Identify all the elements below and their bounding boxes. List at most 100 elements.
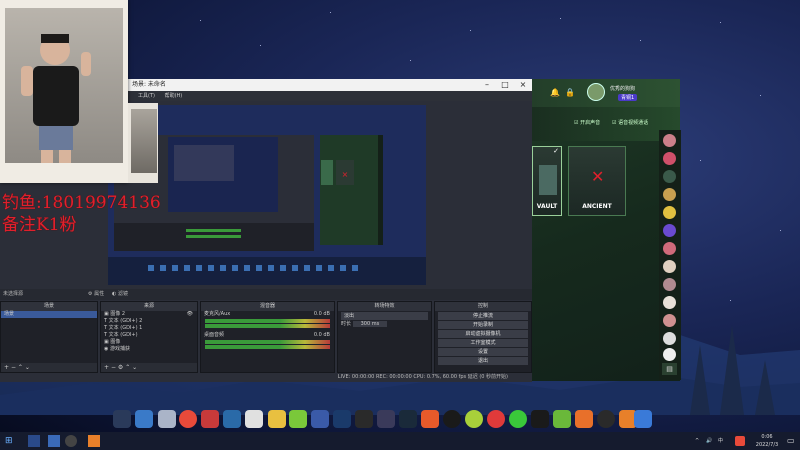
friend-avatar[interactable]	[663, 348, 676, 361]
speaker-icon[interactable]: 🔊	[706, 432, 712, 450]
filters-label: 滤镜	[117, 291, 128, 297]
app-icon[interactable]	[113, 410, 131, 428]
volume-meter	[205, 319, 330, 323]
properties-button[interactable]: ⚙ 属性	[88, 289, 104, 300]
taskbar-app-icon[interactable]	[48, 435, 60, 447]
friend-avatar[interactable]	[663, 332, 676, 345]
eye-icon[interactable]: 👁	[187, 311, 193, 318]
source-item[interactable]: T 文本 (GDI+) 1	[101, 325, 197, 332]
app-icon[interactable]	[223, 410, 241, 428]
app-icon[interactable]	[289, 410, 307, 428]
wechat-icon[interactable]	[509, 410, 527, 428]
app-icon[interactable]	[377, 410, 395, 428]
app-icon[interactable]	[465, 410, 483, 428]
down-icon[interactable]: ⌄	[25, 364, 30, 371]
friend-avatar[interactable]	[663, 260, 676, 273]
friend-avatar[interactable]	[663, 242, 676, 255]
app-icon[interactable]	[443, 410, 461, 428]
bell-icon[interactable]: 🔔	[550, 88, 560, 97]
chrome-icon[interactable]	[179, 410, 197, 428]
rank-badge: 青铜1	[618, 94, 638, 101]
recycle-bin-icon[interactable]	[158, 410, 176, 428]
app-icon[interactable]	[399, 410, 417, 428]
source-item[interactable]: ▣ 图像	[101, 339, 197, 346]
child-photo-small	[131, 109, 157, 173]
close-button[interactable]: ×	[514, 79, 532, 91]
remove-icon[interactable]: −	[11, 364, 16, 371]
avatar[interactable]	[587, 83, 605, 101]
chat-icon[interactable]: ▤	[662, 363, 677, 375]
friend-avatar[interactable]	[663, 152, 676, 165]
add-icon[interactable]: +	[4, 364, 9, 371]
source-item[interactable]: ◉ 游戏捕获	[101, 346, 197, 353]
channel-db: 0.0 dB	[313, 332, 330, 338]
lock-icon[interactable]: 🔒	[565, 88, 575, 97]
settings-button[interactable]: 设置	[438, 348, 528, 356]
option-voice[interactable]: ☑ 语音视频通话	[612, 119, 648, 126]
down-icon[interactable]: ⌄	[132, 364, 137, 371]
friend-avatar[interactable]	[663, 278, 676, 291]
map-card-ancient[interactable]: ✕ ANCIENT	[568, 146, 626, 216]
maximize-button[interactable]: □	[496, 79, 514, 91]
start-recording-button[interactable]: 开始录制	[438, 321, 528, 329]
option-sound-label: 开启声音	[580, 120, 601, 126]
nvidia-icon[interactable]	[553, 410, 571, 428]
volume-slider[interactable]	[205, 324, 330, 328]
lang-indicator[interactable]: 中	[718, 432, 723, 450]
friend-avatar[interactable]	[663, 314, 676, 327]
windows-start-icon[interactable]: ⊞	[5, 436, 13, 446]
friend-avatar[interactable]	[663, 134, 676, 147]
notification-icon[interactable]: ▭	[787, 436, 795, 445]
taskbar-app-icon[interactable]	[88, 435, 100, 447]
controls-header: 控制	[435, 302, 531, 311]
up-icon[interactable]: ⌃	[125, 364, 130, 371]
obs-icon[interactable]	[597, 410, 615, 428]
transition-select[interactable]: 淡出	[341, 312, 428, 320]
gear-icon[interactable]: ⚙	[118, 364, 123, 371]
menu-tools[interactable]: 工具(T)	[138, 93, 155, 99]
app-icon[interactable]	[575, 410, 593, 428]
qq-icon[interactable]	[531, 410, 549, 428]
clock[interactable]: 0:06 2022/7/3	[752, 433, 782, 449]
tray-app-icon[interactable]	[735, 436, 745, 446]
stop-streaming-button[interactable]: 停止推流	[438, 312, 528, 320]
friend-avatar[interactable]	[663, 170, 676, 183]
remove-icon[interactable]: −	[111, 364, 116, 371]
friend-avatar[interactable]	[663, 206, 676, 219]
steam-icon[interactable]	[333, 410, 351, 428]
taskbar-obs-icon[interactable]	[65, 435, 77, 447]
up-icon[interactable]: ⌃	[18, 364, 23, 371]
taskbar-app-icon[interactable]	[28, 435, 40, 447]
studio-mode-button[interactable]: 工作室模式	[438, 339, 528, 347]
netease-music-icon[interactable]	[487, 410, 505, 428]
source-item[interactable]: T 文本 (GDI+) 2	[101, 318, 197, 325]
app-icon[interactable]	[421, 410, 439, 428]
status-bar: LIVE: 00:00:00 REC: 00:00:00 CPU: 0.7%, …	[0, 373, 532, 382]
app-icon[interactable]	[355, 410, 373, 428]
source-item[interactable]: T 文本 (GDI+)	[101, 332, 197, 339]
tray-chevron-icon[interactable]: ^	[695, 432, 699, 450]
map-card-vault[interactable]: ✓ VAULT	[532, 146, 562, 216]
exit-button[interactable]: 退出	[438, 357, 528, 365]
virtual-camera-button[interactable]: 启动虚拟摄像机	[438, 330, 528, 338]
app-icon[interactable]	[245, 410, 263, 428]
duration-input[interactable]: 300 ms	[352, 321, 388, 327]
source-item[interactable]: ▣ 图像 2 👁	[101, 311, 197, 318]
minimize-button[interactable]: –	[478, 79, 496, 91]
source-name: 文本 (GDI+) 1	[108, 325, 143, 331]
add-icon[interactable]: +	[104, 364, 109, 371]
app-icon[interactable]	[268, 410, 286, 428]
friend-avatar[interactable]	[663, 188, 676, 201]
filters-button[interactable]: ◐ 滤镜	[112, 289, 128, 300]
friend-avatar[interactable]	[663, 224, 676, 237]
volume-slider[interactable]	[205, 345, 330, 349]
menu-help[interactable]: 帮助(H)	[165, 93, 183, 99]
friend-avatar[interactable]	[663, 296, 676, 309]
app-icon[interactable]	[201, 410, 219, 428]
app-icon[interactable]	[634, 410, 652, 428]
app-icon[interactable]	[135, 410, 153, 428]
option-sound[interactable]: ☑ 开启声音	[574, 119, 600, 126]
app-icon[interactable]	[311, 410, 329, 428]
scene-item[interactable]: 场景	[1, 311, 97, 318]
username: 优秀的狗狗	[610, 86, 636, 92]
